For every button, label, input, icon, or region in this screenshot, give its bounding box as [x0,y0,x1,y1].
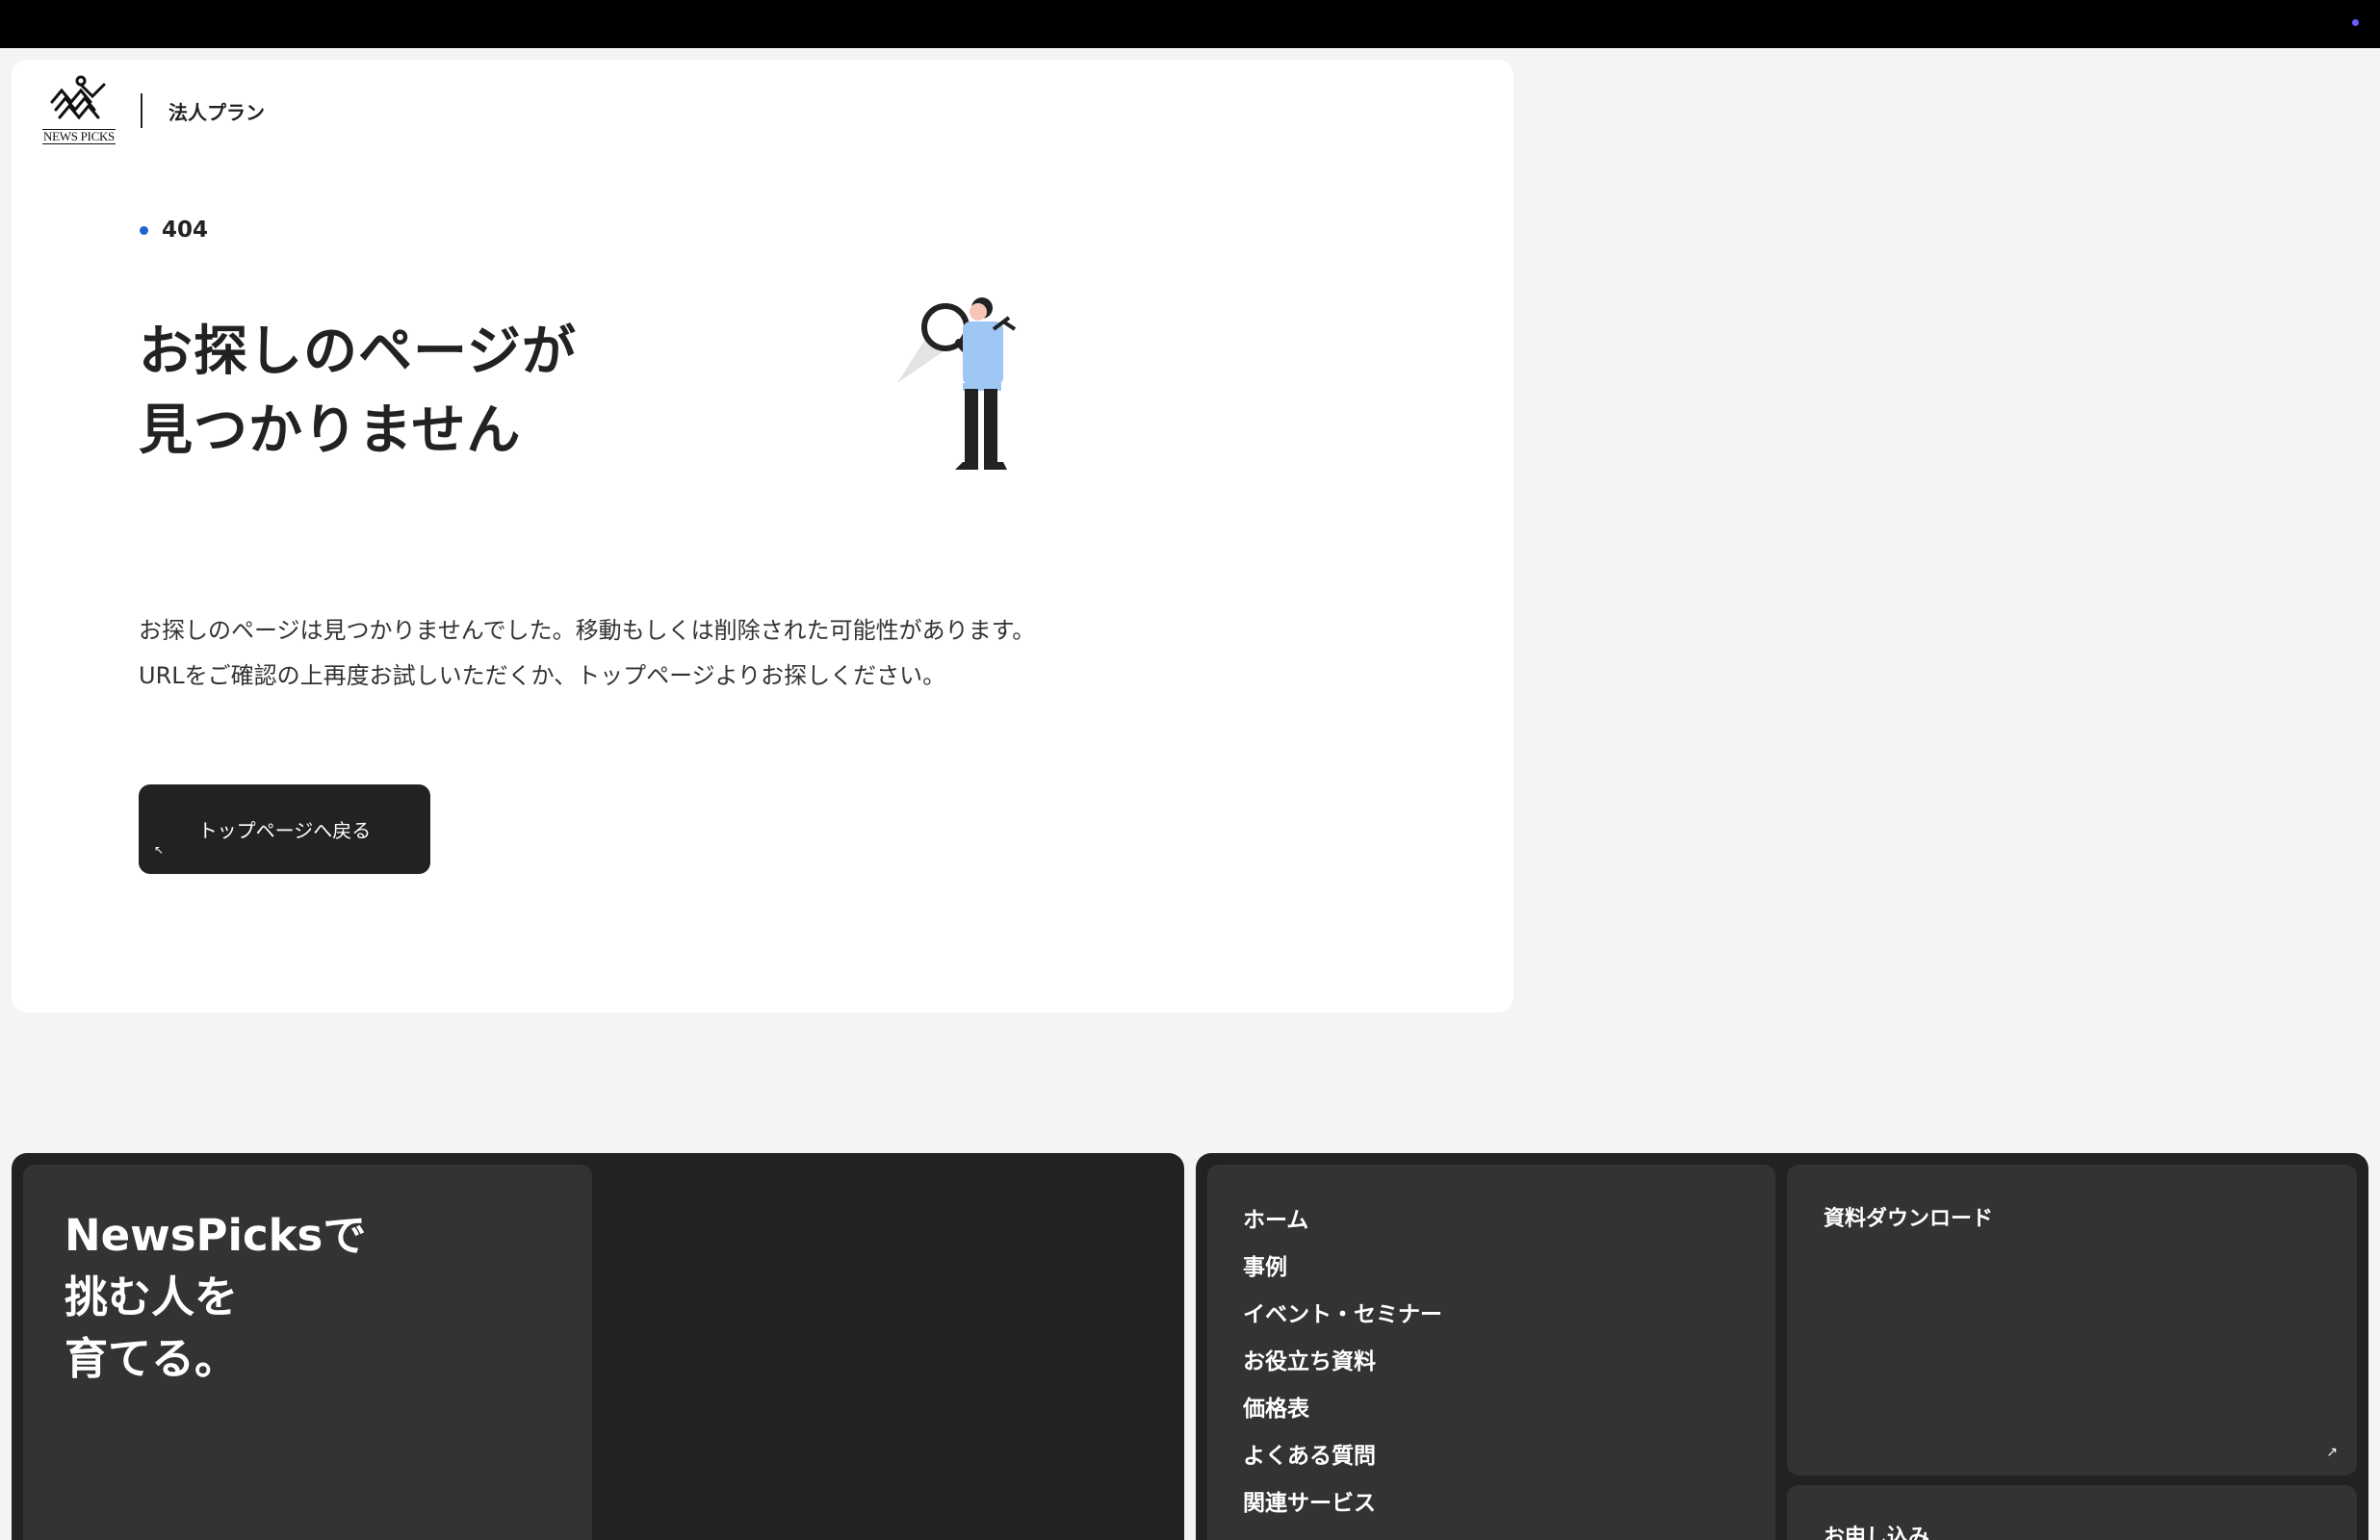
back-to-top-button[interactable]: トップページへ戻る ↖ [139,784,430,874]
status-dot-icon [2352,19,2359,26]
plan-label: 法人プラン [168,100,265,124]
page-title-line-2: 見つかりません [139,399,522,462]
footer-nav-resources[interactable]: お役立ち資料 [1243,1339,1442,1386]
footer-nav-related-services[interactable]: 関連サービス [1243,1480,1442,1527]
download-card[interactable]: 資料ダウンロード ↗ [1787,1165,2357,1476]
footer-tagline: NewsPicksで 挑む人を 育てる。 [65,1205,366,1390]
apply-card[interactable]: お申し込み [1787,1485,2357,1540]
apply-label: お申し込み [1824,1526,1930,1540]
footer-nav: ホーム 事例 イベント・セミナー お役立ち資料 価格表 よくある質問 関連サービ… [1243,1197,1442,1527]
page-title: お探しのページが 見つかりません [139,313,577,471]
footer-nav-events[interactable]: イベント・セミナー [1243,1292,1442,1339]
arrow-icon: ↗ [2326,1445,2338,1460]
brand-header: NEWS PICKS 法人プラン [42,72,265,149]
newspicks-logo-icon [50,75,106,120]
download-label: 資料ダウンロード [1824,1207,1994,1231]
logo-wordmark: NEWS PICKS [42,129,116,144]
error-code: 404 [162,218,209,243]
back-to-top-label: トップページへ戻る [197,819,372,842]
footer-nav-pricing[interactable]: 価格表 [1243,1386,1442,1433]
brand-divider [141,93,142,128]
browser-top-bar [0,0,2380,48]
page-title-line-1: お探しのページが [139,321,577,383]
tagline-line-3: 育てる。 [65,1333,239,1384]
error-description: お探しのページは見つかりませんでした。移動もしくは削除された可能性があります。U… [139,617,1036,689]
newspicks-logo[interactable]: NEWS PICKS [42,73,116,148]
error-status: 404 [140,218,208,243]
arrow-icon: ↖ [154,843,165,857]
status-bullet-icon [140,225,148,235]
footer-nav-cases[interactable]: 事例 [1243,1245,1442,1292]
footer-nav-home[interactable]: ホーム [1243,1197,1442,1245]
tagline-line-1: NewsPicksで [65,1210,367,1261]
tagline-line-2: 挑む人を [65,1271,239,1322]
footer-nav-faq[interactable]: よくある質問 [1243,1433,1442,1480]
magnifier-person-illustration [897,297,1017,470]
